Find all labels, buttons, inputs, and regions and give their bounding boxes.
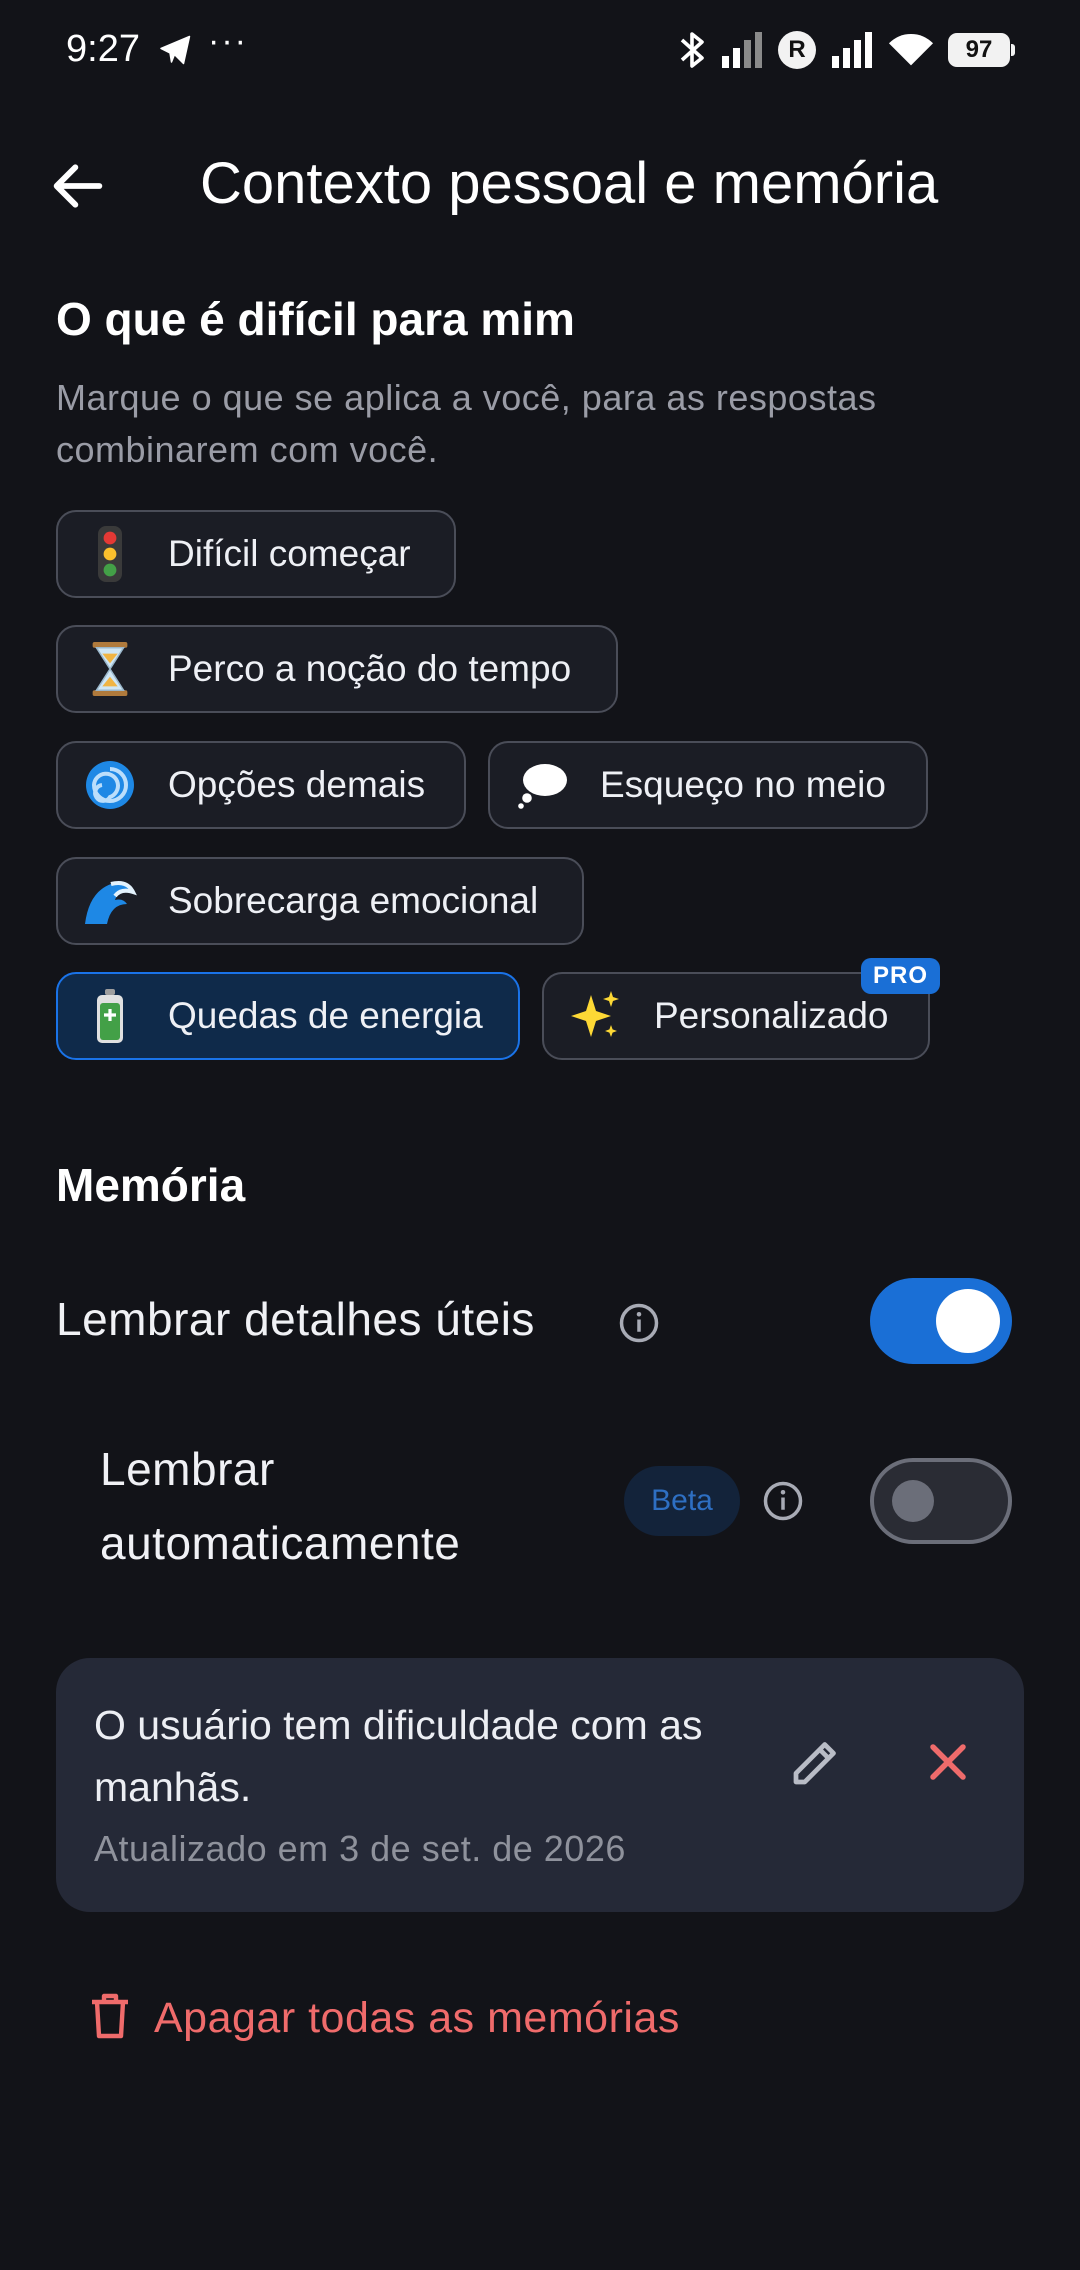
wave-icon — [80, 871, 140, 931]
difficulties-subtitle: Marque o que se aplica a você, para as r… — [56, 377, 877, 470]
roaming-badge: R — [778, 31, 816, 69]
toggle-knob — [936, 1289, 1000, 1353]
signal-icon — [720, 32, 764, 68]
chip-esqueco-no-meio[interactable]: Esqueço no meio — [488, 741, 928, 829]
bluetooth-icon — [678, 30, 706, 70]
remember-details-toggle[interactable] — [870, 1278, 1012, 1364]
chip-label: Personalizado — [654, 995, 889, 1036]
chip-opcoes-demais[interactable]: Opções demais — [56, 741, 466, 829]
signal-icon — [830, 32, 874, 68]
toggle-knob — [892, 1480, 934, 1522]
info-icon[interactable] — [762, 1480, 804, 1522]
status-time: 9:27 — [66, 28, 140, 70]
status-icons: R 97 — [678, 28, 1015, 72]
wifi-icon — [888, 32, 934, 68]
auto-remember-toggle[interactable] — [870, 1458, 1012, 1544]
battery-icon: 97 — [948, 33, 1015, 67]
chip-label: Sobrecarga emocional — [168, 880, 539, 921]
traffic-light-icon — [80, 524, 140, 584]
more-notifications-icon: ··· — [208, 22, 248, 60]
info-icon[interactable] — [618, 1302, 660, 1344]
close-icon[interactable] — [918, 1732, 978, 1792]
battery-emoji-icon — [80, 986, 140, 1046]
chip-label: Perco a noção do tempo — [168, 648, 572, 689]
chip-quedas-de-energia[interactable]: Quedas de energia — [56, 972, 520, 1060]
memory-item-text: O usuário tem dificuldade com as manhãs. — [94, 1702, 703, 1810]
chip-personalizado[interactable]: Personalizado PRO — [542, 958, 940, 1060]
screen: 9:27 ··· R 97 Contexto pessoal e memória — [0, 0, 1080, 2270]
auto-remember-label: Lembrar automaticamente — [100, 1443, 461, 1569]
telegram-icon — [158, 32, 194, 68]
page-title: Contexto pessoal e memória — [200, 151, 939, 216]
edit-icon[interactable] — [786, 1732, 846, 1792]
chip-label: Difícil começar — [168, 533, 411, 574]
status-bar: 9:27 ··· R 97 — [0, 0, 1080, 100]
delete-all-label: Apagar todas as memórias — [154, 1994, 680, 2042]
chip-label: Opções demais — [168, 764, 426, 805]
chip-label: Esqueço no meio — [600, 764, 886, 805]
beta-badge: Beta — [624, 1466, 740, 1536]
trash-icon — [88, 1992, 132, 2045]
difficulties-section-title: O que é difícil para mim — [56, 293, 575, 345]
pro-badge: PRO — [860, 958, 940, 994]
sparkles-icon — [566, 986, 626, 1046]
hourglass-icon — [80, 639, 140, 699]
remember-details-label: Lembrar detalhes úteis — [56, 1293, 535, 1345]
chip-dificil-comecar[interactable]: Difícil começar — [56, 510, 456, 598]
chip-label: Quedas de energia — [168, 995, 483, 1036]
thought-bubble-icon — [512, 755, 572, 815]
cyclone-icon — [80, 755, 140, 815]
delete-all-memories-button[interactable]: Apagar todas as memórias — [88, 1992, 680, 2045]
memory-section-title: Memória — [56, 1159, 246, 1211]
chip-perco-nocao-tempo[interactable]: Perco a noção do tempo — [56, 625, 618, 713]
memory-item-date: Atualizado em 3 de set. de 2026 — [94, 1828, 626, 1869]
chip-sobrecarga-emocional[interactable]: Sobrecarga emocional — [56, 857, 584, 945]
memory-item-card: O usuário tem dificuldade com as manhãs.… — [56, 1658, 1024, 1912]
